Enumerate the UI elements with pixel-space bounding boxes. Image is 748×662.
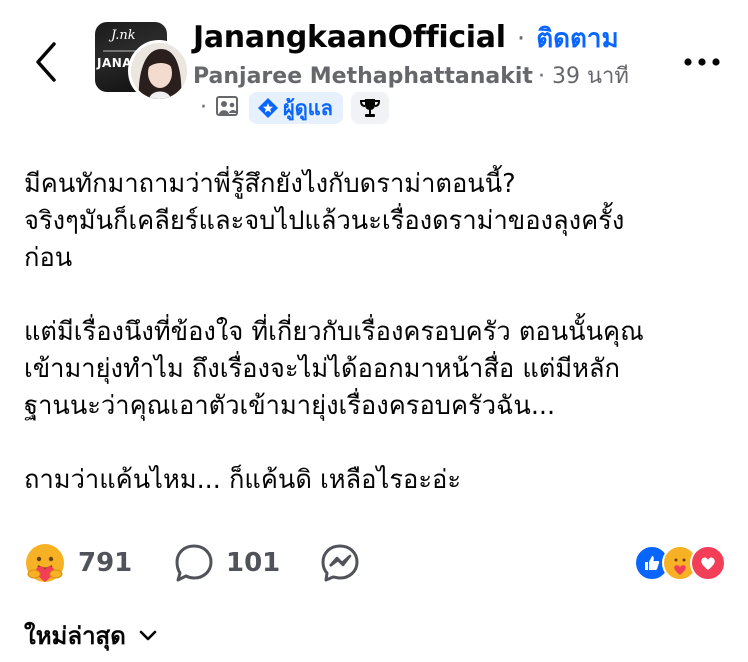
back-arrow-icon [36, 42, 56, 82]
share-messenger-button[interactable] [320, 540, 360, 586]
react-button[interactable]: 791 [24, 540, 132, 586]
group-privacy-icon [215, 94, 241, 122]
reaction-summary[interactable] [634, 545, 726, 581]
admin-label: ผู้ดูแล [283, 96, 333, 120]
post-paragraph: แต่มีเรื่องนึงที่ข้องใจ ที่เกี่ยวกับเรื่… [24, 317, 644, 421]
top-contributor-trophy-icon [359, 99, 380, 117]
more-options-button[interactable] [682, 52, 722, 76]
post-paragraph: ถามว่าแค้นไหม... ก็แค้นดิ เหลือไรอะอ่ะ [24, 465, 462, 495]
more-icon [684, 58, 720, 66]
post-time[interactable]: · 39 นาที [538, 64, 629, 89]
comment-button[interactable]: 101 [174, 540, 280, 586]
messenger-icon [321, 544, 359, 582]
author-name[interactable]: Panjaree Methaphattanakit [193, 64, 533, 89]
sort-label: ใหม่ล่าสุด [24, 622, 126, 650]
post-actions-bar: 791 101 [24, 540, 726, 586]
author-avatar[interactable] [128, 40, 190, 102]
comment-icon [175, 544, 213, 582]
post-paragraph: มีคนทักมาถามว่าพี่รู้สึกยังไงกับดราม่าตอ… [24, 169, 625, 273]
chevron-down-icon [139, 630, 157, 640]
post-header-title: JanangkaanOfficial · ติดตาม [193, 18, 619, 59]
meta-dot: · [200, 95, 207, 120]
separator-dot: · [516, 24, 526, 54]
post-body: มีคนทักมาถามว่าพี่รู้สึกยังไงกับดราม่าตอ… [24, 166, 724, 536]
admin-badge[interactable]: ผู้ดูแล [249, 92, 343, 124]
post-author-row: Panjaree Methaphattanakit · 39 นาที [193, 58, 629, 93]
author-portrait [131, 43, 187, 99]
back-button[interactable] [30, 40, 62, 84]
post-meta-row: · ผู้ดูแล [200, 92, 389, 124]
follow-button[interactable]: ติดตาม [536, 24, 618, 54]
admin-shield-icon [258, 98, 278, 118]
comment-sort-dropdown[interactable]: ใหม่ล่าสุด [24, 616, 158, 655]
care-reaction-icon [26, 544, 64, 582]
reaction-count: 791 [78, 548, 133, 578]
love-icon [690, 545, 726, 581]
comment-count: 101 [226, 548, 281, 578]
group-avatar-logo: J.nk [111, 28, 136, 43]
top-contributor-badge[interactable] [350, 92, 389, 124]
group-name[interactable]: JanangkaanOfficial [193, 20, 506, 55]
